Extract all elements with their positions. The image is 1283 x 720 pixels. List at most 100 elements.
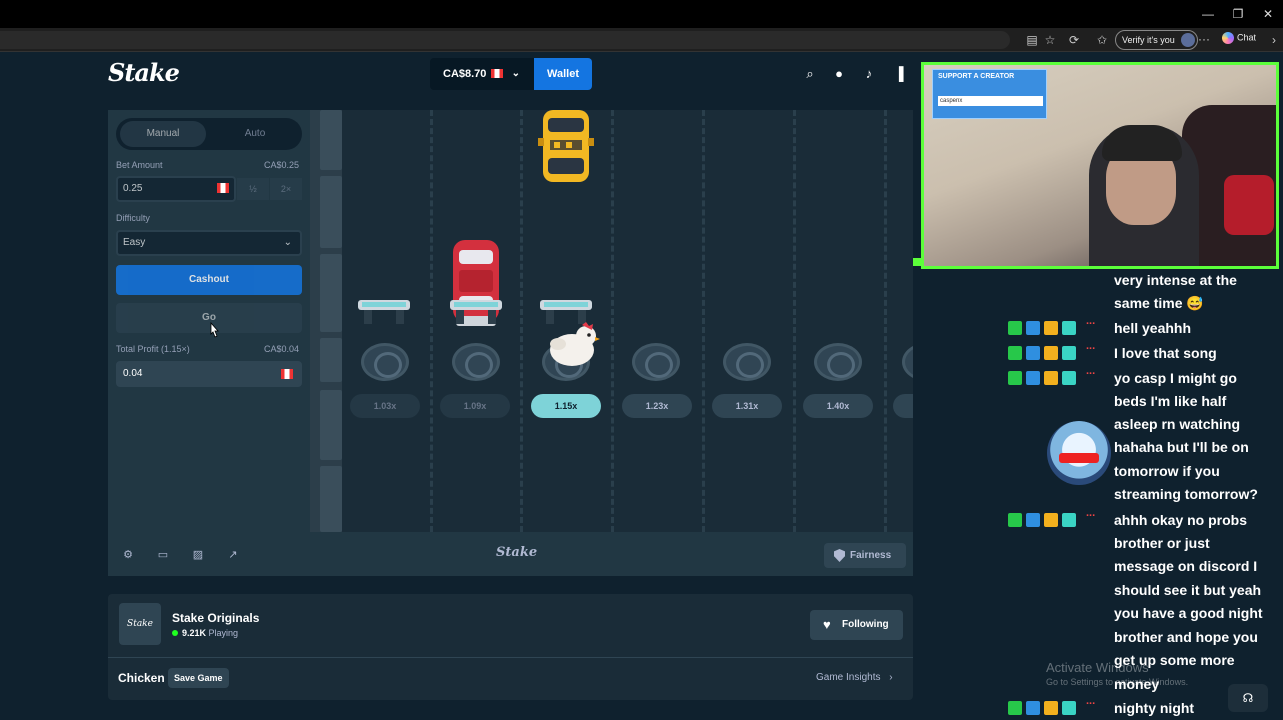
verify-profile-button[interactable]: Verify it's you [1115, 30, 1198, 50]
chat-message-line: tomorrow if you [1114, 463, 1220, 479]
game-board[interactable]: 1.03x 1.09x 1.15x 1.23x 1.31x 1.40x [310, 110, 913, 532]
balance-amount: CA$8.70 [443, 68, 487, 80]
multiplier-badge: 1.09x [440, 394, 510, 418]
gg-badge-icon [1062, 346, 1076, 360]
chat-message-line: brother or just [1114, 535, 1210, 551]
double-bet-button[interactable]: 2× [270, 178, 302, 200]
copilot-chat-button[interactable]: Chat [1222, 32, 1256, 44]
more-badges-icon: ... [1086, 315, 1096, 327]
chat-message-line: hahaha but I'll be on [1114, 439, 1249, 455]
half-bet-button[interactable]: ½ [237, 178, 269, 200]
following-button[interactable]: ♥ Following [810, 610, 903, 640]
chat-message-line: I love that song [1114, 345, 1217, 361]
more-badges-icon: ... [1086, 365, 1096, 377]
difficulty-select[interactable]: Easy ⌄ [116, 230, 302, 256]
search-icon[interactable]: ⌕ [802, 66, 818, 82]
tab-auto[interactable]: Auto [212, 121, 298, 147]
tab-manual[interactable]: Manual [120, 121, 206, 147]
chevron-down-icon: ⌄ [283, 237, 292, 248]
chat-badges: ... [1008, 340, 1108, 360]
webcam-corner-marker [913, 258, 921, 266]
mouse-cursor-icon [210, 322, 219, 338]
total-profit-field: 0.04 [116, 361, 302, 387]
chat-message-line: should see it but yeah [1114, 582, 1262, 598]
canada-flag-icon [281, 369, 293, 379]
more-badges-icon: ... [1086, 507, 1096, 519]
originals-logo[interactable]: Stake [119, 603, 161, 645]
sidebar-toggle-icon[interactable]: ▐ [891, 66, 907, 82]
wallet-button[interactable]: Wallet [534, 58, 592, 90]
sword-badge-icon [1026, 513, 1040, 527]
reader-icon[interactable]: ▤ [1024, 32, 1040, 48]
total-profit-label: Total Profit (1.15×) [116, 344, 190, 354]
address-bar[interactable] [0, 31, 1010, 49]
chat-message-line: same time 😅 [1114, 295, 1204, 311]
sidewalk [310, 110, 342, 532]
barrier [358, 300, 410, 324]
stake-footer-logo: Stake [496, 545, 538, 560]
balance-selector[interactable]: CA$8.70 ⌄ [430, 58, 534, 90]
stake-logo[interactable]: Stake [108, 58, 180, 87]
taxi-car [538, 110, 594, 182]
verify-label: Verify it's you [1122, 35, 1175, 45]
chat-badges: ... [1008, 695, 1108, 715]
chat-message-line: nighty night [1114, 700, 1195, 716]
chat-message-line: message on discord I [1114, 558, 1258, 574]
settings-gear-icon[interactable]: ⚙ [121, 548, 135, 562]
chat-badges: ... [1008, 365, 1108, 385]
chat-label: Chat [1237, 32, 1257, 43]
restore-button[interactable]: ❐ [1223, 0, 1253, 28]
lane-divider [884, 110, 887, 532]
gg-badge-icon [1062, 371, 1076, 385]
multiplier-badge: 1.31x [712, 394, 782, 418]
chat-message-line: ahhh okay no probs [1114, 512, 1248, 528]
chevron-down-icon: ⌄ [511, 68, 520, 79]
theatre-mode-icon[interactable]: ▭ [156, 548, 170, 562]
chevron-right-icon: › [889, 672, 893, 683]
minimize-button[interactable]: — [1193, 0, 1223, 28]
chat-badges: ... [1008, 507, 1108, 527]
save-game-badge[interactable]: Save Game [168, 668, 229, 688]
close-window-button[interactable]: ✕ [1253, 0, 1283, 28]
originals-title[interactable]: Stake Originals [172, 611, 259, 625]
favorite-star-icon[interactable]: ☆ [1042, 32, 1058, 48]
fairness-label: Fairness [850, 550, 892, 561]
lane-coin [632, 343, 680, 381]
fairness-button[interactable]: Fairness [824, 543, 906, 568]
activate-windows-watermark: Activate Windows [1046, 660, 1149, 675]
sword-badge-icon [1026, 346, 1040, 360]
sidebar-chevron-icon[interactable]: › [1266, 32, 1282, 48]
sword-badge-icon [1026, 701, 1040, 715]
support-creator-overlay: SUPPORT A CREATOR caspenx [932, 69, 1047, 119]
support-chat-button[interactable]: ☊ [1228, 684, 1268, 712]
lane-coin [361, 343, 409, 381]
stats-chart-icon[interactable]: ▨ [191, 548, 205, 562]
kick-badge-icon [1008, 513, 1022, 527]
chat-message-line: asleep rn watching [1114, 416, 1241, 432]
lane-divider [793, 110, 796, 532]
kick-badge-icon [1008, 321, 1022, 335]
difficulty-label: Difficulty [116, 213, 150, 223]
window-controls: — ❐ ✕ [1193, 0, 1283, 28]
cashout-button[interactable]: Cashout [116, 265, 302, 295]
sword-badge-icon [1026, 371, 1040, 385]
gg-badge-icon [1062, 321, 1076, 335]
multiplier-badge-active: 1.15x [531, 394, 601, 418]
game-insights-link[interactable]: Game Insights › [816, 672, 893, 683]
crown-badge-icon [1044, 371, 1058, 385]
popout-icon[interactable]: ↗ [226, 548, 240, 562]
lane-divider [520, 110, 523, 532]
lane-coin [452, 343, 500, 381]
crown-badge-icon [1044, 513, 1058, 527]
user-icon[interactable]: ● [831, 66, 847, 82]
chat-badges: ... [1008, 315, 1108, 335]
refresh-extension-icon[interactable]: ⟳ [1066, 32, 1082, 48]
bell-icon[interactable]: ♪ [861, 66, 877, 82]
sword-badge-icon [1026, 321, 1040, 335]
lane-divider [702, 110, 705, 532]
more-menu-icon[interactable]: ··· [1196, 31, 1212, 47]
multiplier-badge-partial [893, 394, 913, 418]
chat-message-line: brother and hope you [1114, 629, 1258, 645]
favorites-icon[interactable]: ✩ [1094, 32, 1110, 48]
bet-amount-label: Bet Amount [116, 160, 163, 170]
